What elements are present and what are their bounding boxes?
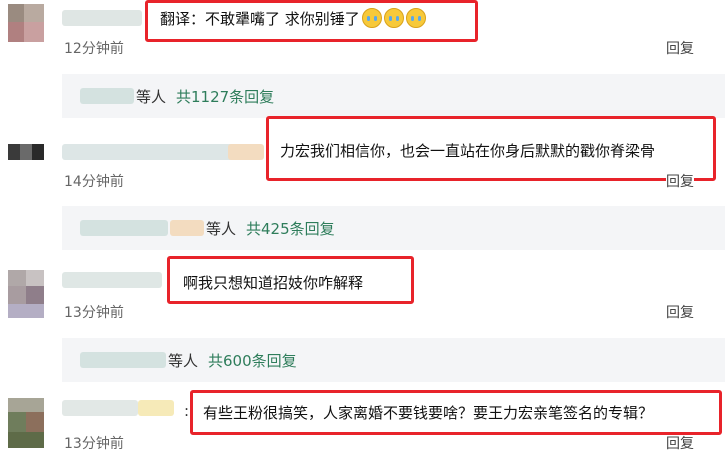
- comment-time: 13分钟前: [64, 305, 124, 321]
- comment-text: 力宏我们相信你，也会一直站在你身后默默的戳你脊梁骨: [280, 142, 656, 160]
- comment-time: 14分钟前: [64, 174, 124, 190]
- subreply-people: 等人: [168, 352, 199, 370]
- username-blurred: [80, 220, 168, 236]
- comment-time: 12分钟前: [64, 41, 124, 57]
- comment-text: 啊我只想知道招妓你咋解释: [183, 274, 364, 292]
- subreply-total-link[interactable]: 共425条回复: [246, 218, 335, 239]
- subreply-summary[interactable]: 等人 共600条回复: [62, 338, 725, 382]
- subreply-summary[interactable]: 等人 共1127条回复: [62, 74, 725, 118]
- avatar[interactable]: [0, 0, 48, 52]
- username-blurred-accent: [138, 400, 174, 416]
- subreply-people: 等人: [136, 88, 167, 106]
- subreply-total-link[interactable]: 共600条回复: [208, 350, 297, 371]
- crying-face-icon: [383, 8, 404, 28]
- reply-button[interactable]: 回复: [666, 38, 694, 58]
- username-blurred: [80, 352, 166, 368]
- reply-button[interactable]: 回复: [666, 171, 694, 191]
- comment-text: 有些王粉很搞笑，人家离婚不要钱要啥？要王力宏亲笔签名的专辑？: [203, 404, 654, 422]
- avatar[interactable]: [0, 138, 48, 190]
- username-blurred[interactable]: [62, 400, 138, 416]
- crying-face-icon: [405, 8, 426, 28]
- username-blurred[interactable]: [62, 144, 252, 160]
- username-blurred: [80, 88, 134, 104]
- avatar[interactable]: [0, 268, 48, 320]
- comment-time: 13分钟前: [64, 436, 124, 452]
- username-blurred-accent: [228, 144, 264, 160]
- username-blurred[interactable]: [62, 10, 142, 26]
- subreply-total-link[interactable]: 共1127条回复: [176, 86, 274, 107]
- crying-face-icon: [361, 8, 382, 28]
- avatar[interactable]: [0, 396, 48, 448]
- username-blurred[interactable]: [62, 272, 162, 288]
- subreply-people: 等人: [206, 220, 237, 238]
- comment-text: 翻译：不敢犟嘴了 求你别锤了: [160, 8, 426, 29]
- username-blurred-accent: [170, 220, 204, 236]
- username-colon: :: [184, 402, 190, 420]
- reply-button[interactable]: 回复: [666, 433, 694, 453]
- subreply-summary[interactable]: 等人 共425条回复: [62, 206, 725, 250]
- reply-button[interactable]: 回复: [666, 302, 694, 322]
